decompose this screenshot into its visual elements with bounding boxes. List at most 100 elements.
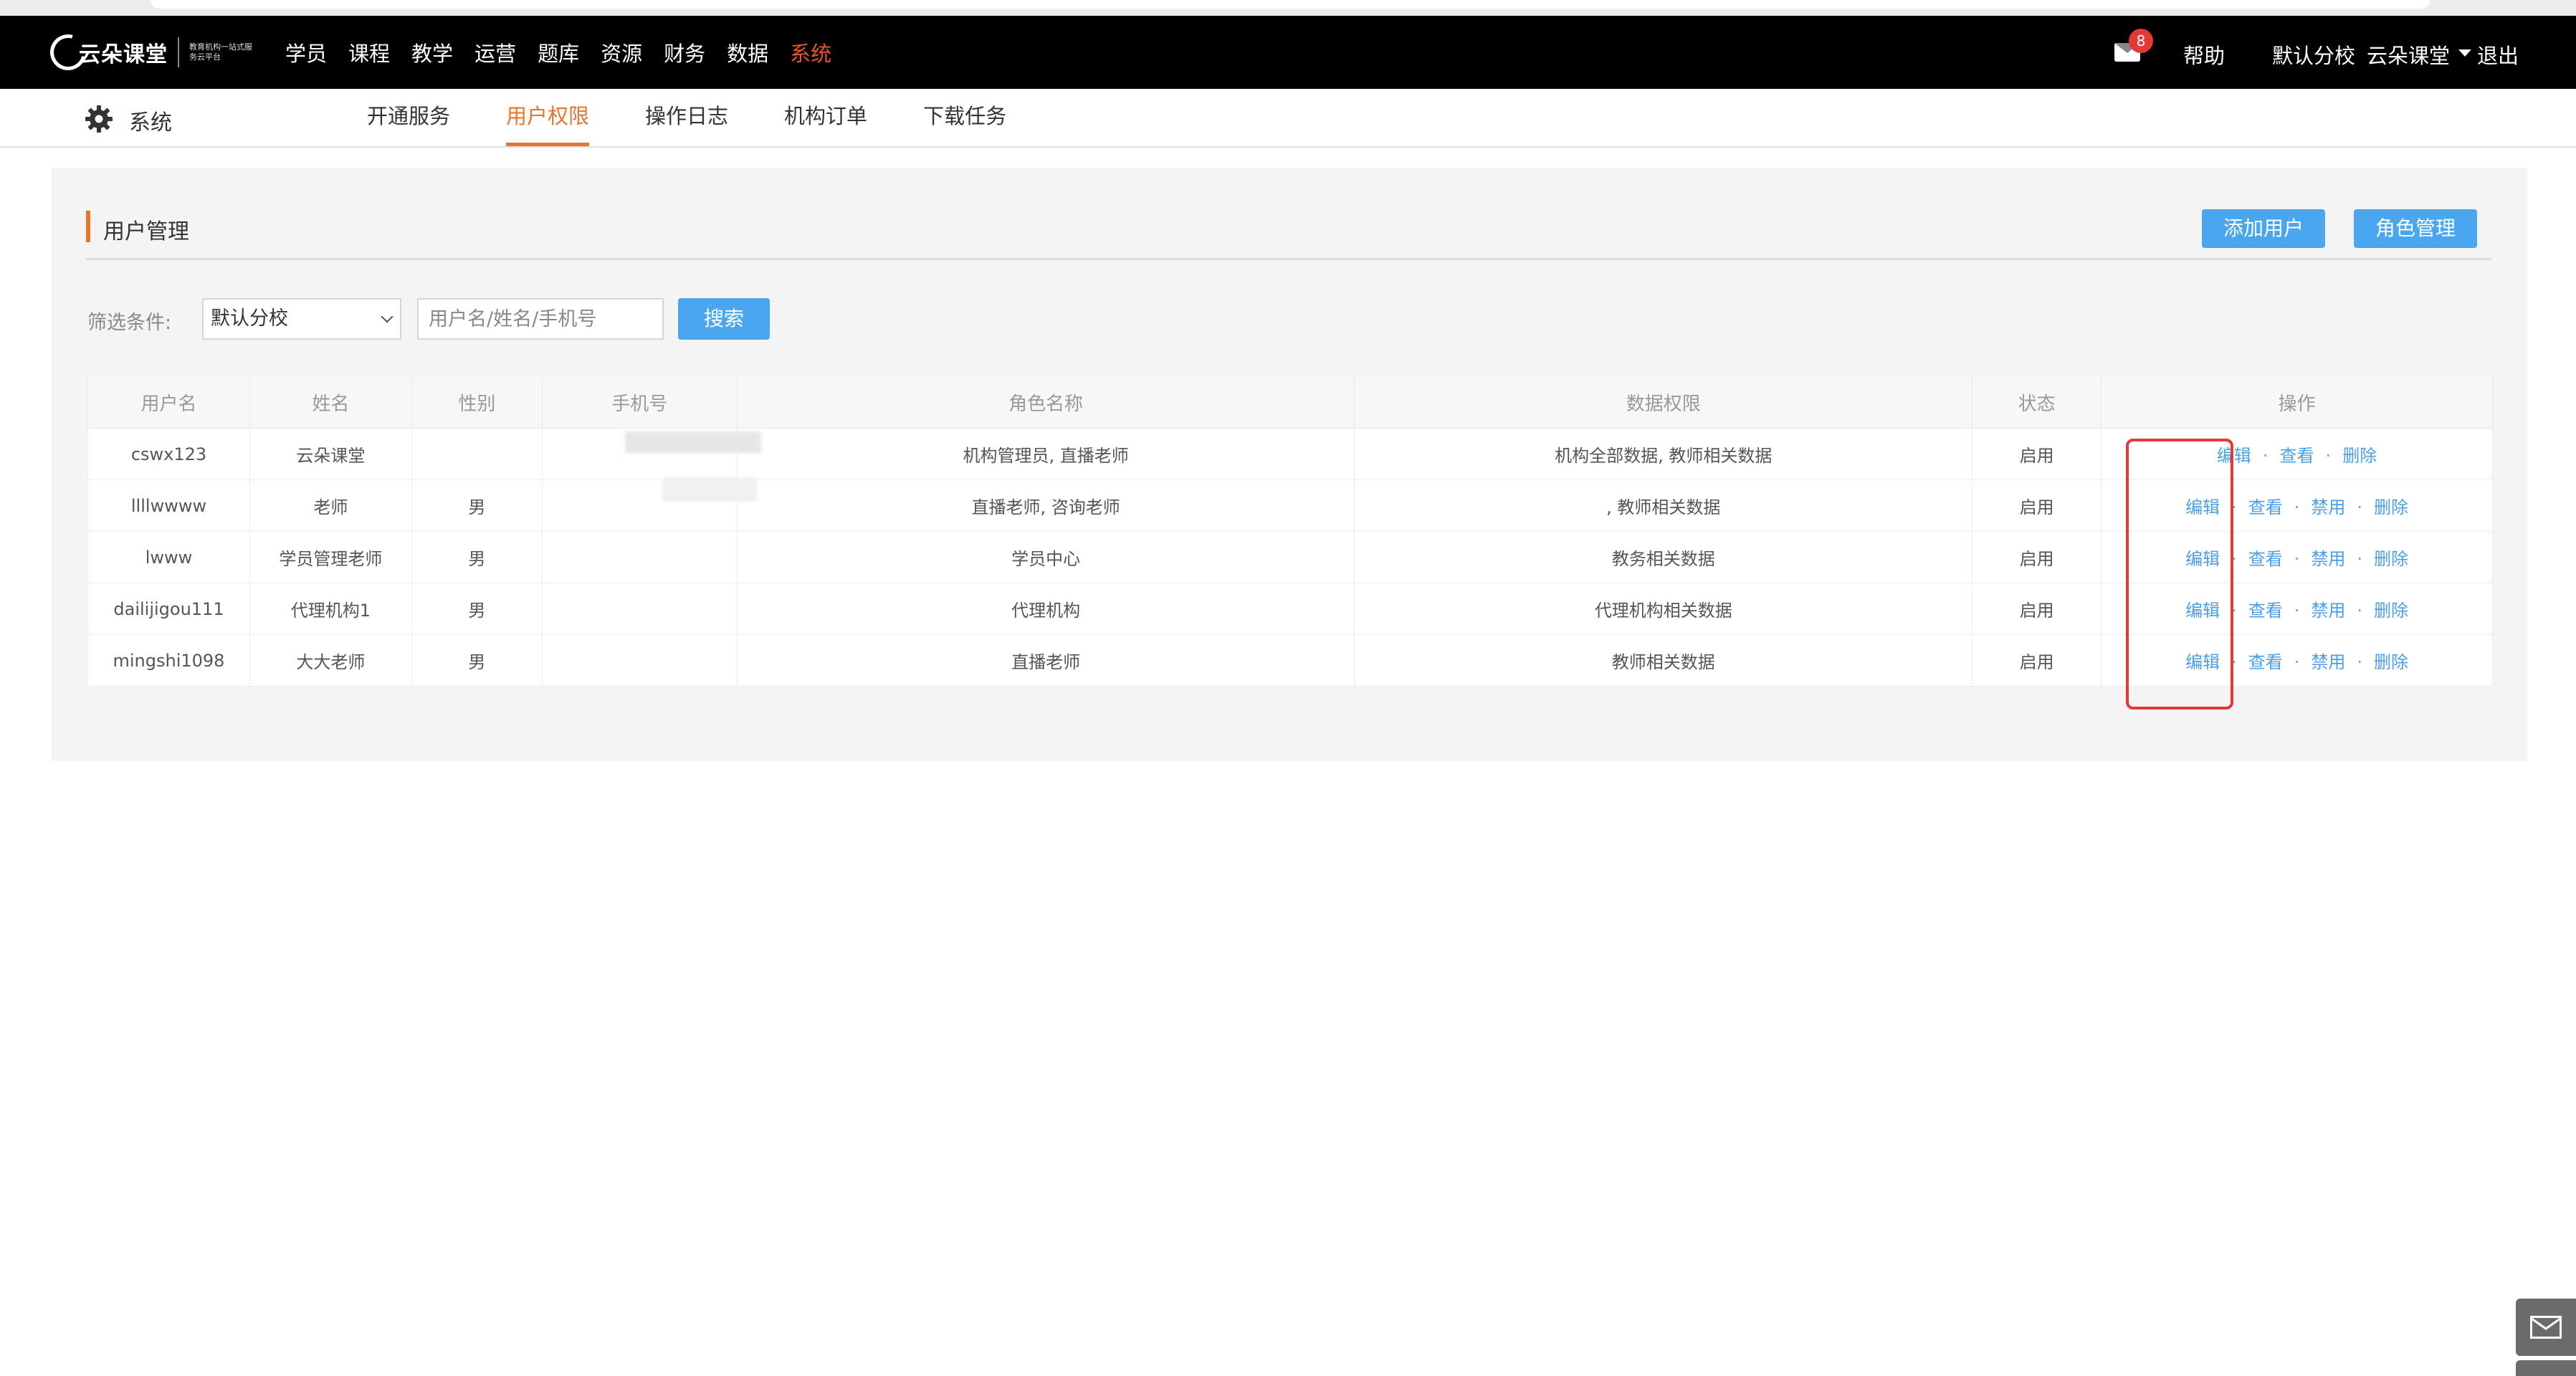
search-button[interactable]: 搜索 — [678, 298, 770, 340]
tab-2[interactable]: 操作日志 — [645, 89, 728, 146]
logout-link[interactable]: 退出 — [2477, 39, 2519, 70]
role-cell: 机构管理员, 直播老师 — [736, 428, 1355, 480]
redacted-phone-area — [662, 477, 757, 502]
add-user-button[interactable]: 添加用户 — [2202, 209, 2325, 248]
separator: · — [2294, 497, 2300, 517]
nav-item-7[interactable]: 数据 — [727, 37, 768, 67]
floating-contact-button[interactable] — [2516, 1299, 2576, 1356]
brand-name: 云朵课堂 — [79, 42, 168, 67]
nav-item-2[interactable]: 教学 — [411, 37, 453, 67]
separator: · — [2262, 446, 2269, 466]
row-action-link[interactable]: 禁用 — [2311, 497, 2345, 517]
cloud-logo-icon — [43, 27, 93, 77]
gear-icon — [85, 105, 113, 133]
address-bar-edge — [151, 0, 2430, 9]
tab-0[interactable]: 开通服务 — [367, 89, 450, 146]
row-action-link[interactable]: 编辑 — [2185, 601, 2220, 621]
brand-tagline: 教育机构一站式服务云平台 — [189, 42, 252, 62]
row-action-link[interactable]: 禁用 — [2311, 652, 2345, 672]
nav-item-6[interactable]: 财务 — [664, 37, 705, 67]
table-row: mingshi1098 大大老师男 直播老师 教师相关数据 启用 编辑 · 查看 · 禁用 · 删除 — [87, 634, 2493, 687]
phone-cell — [541, 634, 738, 687]
actions-cell: 编辑 · 查看 · 禁用 · 删除 — [2101, 583, 2493, 635]
username-cell: cswx123 — [87, 428, 250, 480]
actions-cell: 编辑 · 查看 · 禁用 · 删除 — [2101, 479, 2493, 532]
nav-item-4[interactable]: 题库 — [538, 37, 579, 67]
column-header: 手机号 — [541, 376, 738, 429]
row-action-link[interactable]: 查看 — [2248, 601, 2283, 621]
separator: · — [2294, 601, 2300, 621]
column-header: 角色名称 — [736, 376, 1355, 429]
branch-select-value: 默认分校 — [211, 307, 288, 330]
row-action-link[interactable]: 编辑 — [2185, 497, 2220, 517]
username-cell: lwww — [87, 531, 250, 583]
gender-cell: 男 — [411, 479, 543, 532]
separator: · — [2357, 652, 2363, 672]
username-cell: llllwwww — [87, 479, 250, 532]
row-action-link[interactable]: 编辑 — [2217, 446, 2251, 466]
table-row: cswx123 云朵课堂 机构管理员, 直播老师 机构全部数据, 教师相关数据 启用 编辑… — [87, 428, 2493, 480]
help-link[interactable]: 帮助 — [2183, 39, 2225, 70]
nav-item-1[interactable]: 课程 — [348, 37, 390, 67]
branch-label: 默认分校 — [2272, 44, 2356, 68]
table-row: dailijigou111 代理机构1 男 代理机构 代理机构相关数据 启用 编辑 · 查看 · 禁… — [87, 583, 2493, 635]
gender-cell: 男 — [411, 634, 543, 687]
nav-item-0[interactable]: 学员 — [285, 37, 327, 67]
table-header-row: 用户名 姓名 性别 手机号 角色名称 数据权限 状态 操作 — [87, 376, 2493, 429]
role-management-button[interactable]: 角色管理 — [2354, 209, 2477, 248]
nav-item-8[interactable]: 系统 — [790, 37, 831, 67]
name-cell: 代理机构1 — [249, 583, 412, 635]
row-action-link[interactable]: 删除 — [2374, 549, 2408, 569]
row-action-link[interactable]: 查看 — [2248, 652, 2283, 672]
panel-title: 用户管理 — [103, 219, 189, 244]
row-action-link[interactable]: 查看 — [2248, 497, 2283, 517]
message-count-badge: 8 — [2129, 29, 2153, 53]
nav-item-5[interactable]: 资源 — [601, 37, 642, 67]
phone-cell — [541, 531, 738, 583]
name-cell: 学员管理老师 — [249, 531, 412, 583]
row-action-link[interactable]: 删除 — [2374, 601, 2408, 621]
search-input[interactable] — [417, 298, 664, 340]
column-header: 操作 — [2101, 376, 2493, 429]
brand-logo[interactable]: 云朵课堂 教育机构一站式服务云平台 — [43, 27, 254, 77]
data-scope-cell: 教师相关数据 — [1354, 634, 1973, 687]
status-cell: 启用 — [1972, 531, 2102, 583]
gender-cell: 男 — [411, 583, 543, 635]
main-menu: 学员 课程 教学 运营 题库 资源 财务 数据 系统 — [285, 16, 853, 89]
caret-down-icon[interactable] — [2458, 49, 2471, 57]
panel-header: 用户管理 — [86, 211, 2491, 260]
table-row: lwww 学员管理老师男 学员中心 教务相关数据 启用 编辑 · 查看 · 禁用 · 删除 — [87, 531, 2493, 583]
chevron-down-icon — [381, 310, 393, 323]
tab-3[interactable]: 机构订单 — [784, 89, 867, 146]
floating-side-button[interactable] — [2516, 1360, 2576, 1376]
data-scope-cell: , 教师相关数据 — [1354, 479, 1973, 532]
module-tabs: 开通服务 用户权限 操作日志 机构订单 下载任务 — [367, 89, 1062, 146]
username-cell: mingshi1098 — [87, 634, 250, 687]
actions-cell: 编辑 · 查看 · 禁用 · 删除 — [2101, 531, 2493, 583]
row-action-link[interactable]: 编辑 — [2185, 652, 2220, 672]
tab-4[interactable]: 下载任务 — [923, 89, 1006, 146]
top-navigation-bar: 云朵课堂 教育机构一站式服务云平台 学员 课程 教学 运营 题库 资源 财务 数据 系统 8 帮… — [0, 16, 2576, 89]
account-menu[interactable]: 云朵课堂 — [2367, 39, 2450, 70]
column-header: 姓名 — [249, 376, 412, 429]
row-action-link[interactable]: 删除 — [2374, 497, 2408, 517]
row-action-link[interactable]: 查看 — [2248, 549, 2283, 569]
gender-cell: 男 — [411, 531, 543, 583]
nav-item-3[interactable]: 运营 — [474, 37, 516, 67]
tab-1[interactable]: 用户权限 — [506, 89, 590, 146]
separator: · — [2357, 497, 2363, 517]
redacted-phone-area — [625, 431, 761, 453]
name-cell: 大大老师 — [249, 634, 412, 687]
separator: · — [2231, 601, 2237, 621]
row-action-link[interactable]: 删除 — [2342, 446, 2377, 466]
row-action-link[interactable]: 编辑 — [2185, 549, 2220, 569]
row-action-link[interactable]: 禁用 — [2311, 549, 2345, 569]
separator: · — [2357, 549, 2363, 569]
row-action-link[interactable]: 删除 — [2374, 652, 2408, 672]
branch-select[interactable]: 默认分校 — [202, 298, 401, 340]
row-action-link[interactable]: 查看 — [2280, 446, 2314, 466]
column-header: 状态 — [1972, 376, 2102, 429]
module-title: 系统 — [129, 110, 172, 135]
separator: · — [2231, 652, 2237, 672]
row-action-link[interactable]: 禁用 — [2311, 601, 2345, 621]
